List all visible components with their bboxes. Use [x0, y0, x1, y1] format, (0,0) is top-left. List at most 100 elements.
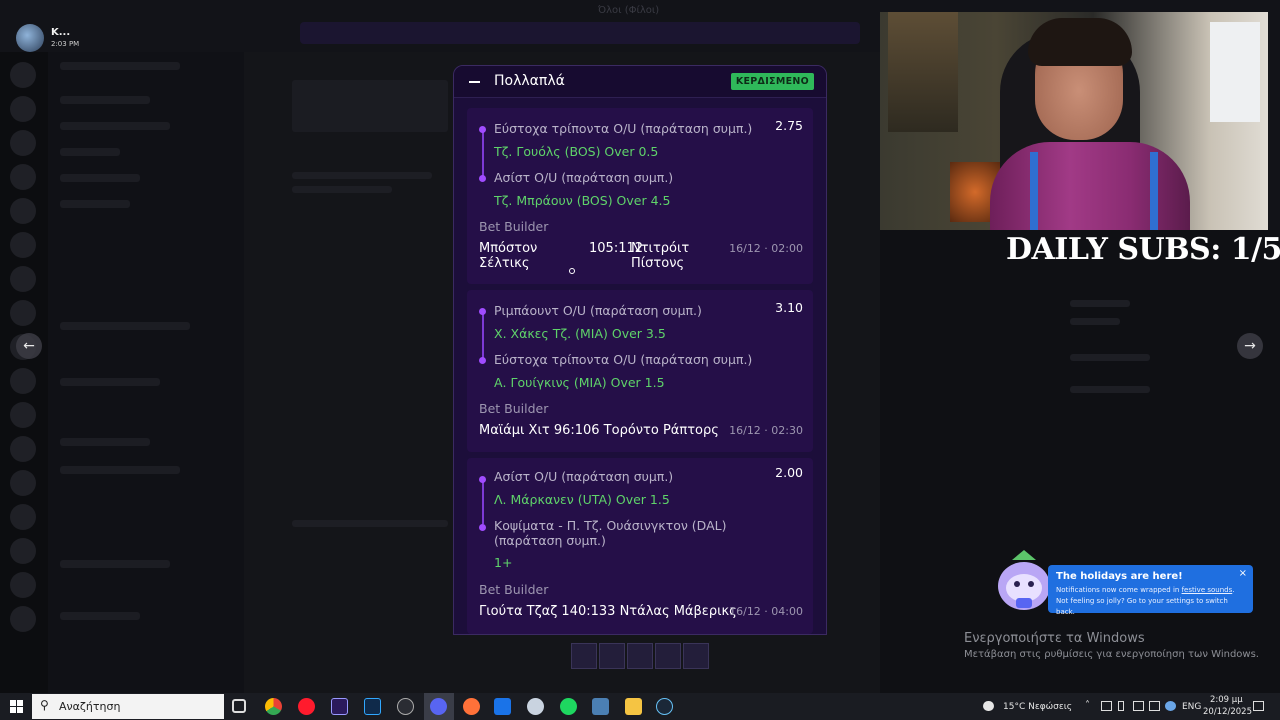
- taskbar-search-input[interactable]: ⚲ Αναζήτηση: [32, 694, 224, 719]
- notification-link[interactable]: festive sounds: [1182, 586, 1233, 594]
- clock-time[interactable]: 2:09 μμ: [1210, 695, 1243, 705]
- profile-placeholder: [1070, 386, 1150, 393]
- chat-placeholder: [292, 520, 448, 527]
- app-icon[interactable]: [592, 698, 609, 715]
- weather-icon[interactable]: [983, 701, 994, 711]
- arrow-left-icon[interactable]: ←: [16, 333, 42, 359]
- obs-icon[interactable]: [397, 698, 414, 715]
- onedrive-icon[interactable]: [1165, 701, 1176, 711]
- server-icon: [10, 198, 36, 224]
- channel-placeholder: [60, 322, 190, 330]
- bet-slip-title: Πολλαπλά: [494, 73, 565, 89]
- background-banner: [300, 22, 860, 44]
- opera-icon[interactable]: [298, 698, 315, 715]
- firefox-icon[interactable]: [463, 698, 480, 715]
- leg-selection: Τζ. Γουόλς (BOS) Over 0.5: [494, 144, 659, 159]
- windows-start-icon[interactable]: [10, 700, 23, 713]
- server-icon: [10, 62, 36, 88]
- notification-toast[interactable]: The holidays are here! Notifications now…: [1048, 565, 1253, 616]
- channel-placeholder: [60, 560, 170, 568]
- channel-placeholder: [60, 62, 180, 70]
- weather-text[interactable]: 15°C Νεφώσεις: [1003, 702, 1072, 712]
- bet-slip-card: Πολλαπλά ΚΕΡΔΙΣΜΕΝΟ Εύστοχα τρίποντα O/U…: [453, 65, 827, 635]
- bet-slip-header: Πολλαπλά ΚΕΡΔΙΣΜΕΝΟ: [454, 66, 826, 98]
- leg-market: Ασίστ O/U (παράταση συμπ.): [494, 469, 674, 484]
- bet-card: Εύστοχα τρίποντα O/U (παράταση συμπ.) Τζ…: [467, 108, 813, 284]
- photoshop-icon[interactable]: [364, 698, 381, 715]
- server-icon: [10, 96, 36, 122]
- chrome-icon[interactable]: [265, 698, 282, 715]
- language-indicator[interactable]: ENG: [1182, 702, 1201, 712]
- spotify-icon[interactable]: [560, 698, 577, 715]
- bet-card: Ριμπάουντ O/U (παράταση συμπ.) Χ. Χάκες …: [467, 290, 813, 452]
- microphone-icon[interactable]: [1118, 701, 1124, 711]
- story-thumbnail[interactable]: [627, 643, 653, 669]
- arrow-right-icon[interactable]: →: [1237, 333, 1263, 359]
- channel-placeholder: [60, 122, 170, 130]
- clock-date[interactable]: 20/12/2025: [1203, 707, 1252, 717]
- leg-connector: [482, 478, 484, 524]
- leg-selection: Χ. Χάκες Τζ. (MIA) Over 3.5: [494, 326, 666, 341]
- story-thumbnail[interactable]: [599, 643, 625, 669]
- minus-icon[interactable]: [469, 81, 480, 83]
- webcam-feed: [880, 12, 1268, 230]
- webcam-person-body: [990, 142, 1190, 230]
- story-thumbnails: [571, 643, 709, 669]
- channel-placeholder: [60, 200, 130, 208]
- story-thumbnail[interactable]: [571, 643, 597, 669]
- leg-selection: Λ. Μάρκανεν (UTA) Over 1.5: [494, 492, 670, 507]
- channel-placeholder: [60, 438, 150, 446]
- channel-placeholder: [60, 148, 120, 156]
- channel-placeholder: [60, 612, 140, 620]
- webcam-window: [1210, 22, 1260, 122]
- activation-title: Ενεργοποιήστε τα Windows: [964, 631, 1145, 646]
- activation-subtitle: Μετάβαση στις ρυθμίσεις για ενεργοποίηση…: [964, 649, 1259, 660]
- leg-bullet: [479, 357, 486, 364]
- server-icon: [10, 402, 36, 428]
- webcam-jacket-stripe: [1030, 152, 1038, 230]
- leg-bullet: [479, 476, 486, 483]
- network-icon[interactable]: [1133, 701, 1144, 711]
- mail-icon[interactable]: [494, 698, 511, 715]
- notification-center-icon[interactable]: [1253, 701, 1264, 711]
- story-thumbnail[interactable]: [683, 643, 709, 669]
- leg-selection: Α. Γουίγκινς (MIA) Over 1.5: [494, 375, 665, 390]
- tray-icon[interactable]: [1101, 701, 1112, 711]
- server-icon: [10, 300, 36, 326]
- notification-title: The holidays are here!: [1056, 571, 1183, 582]
- server-sidebar: [0, 52, 48, 693]
- daily-subs-counter: DAILY SUBS: 1/5: [1006, 232, 1280, 267]
- story-thumbnail[interactable]: [655, 643, 681, 669]
- server-icon: [10, 130, 36, 156]
- notification-close-icon[interactable]: ×: [1239, 568, 1247, 579]
- mouse-cursor-icon: [569, 268, 575, 274]
- app-icon[interactable]: [527, 698, 544, 715]
- match-result: Μαϊάμι Χιτ 96:106 Τορόντο Ράπτορς: [479, 423, 719, 438]
- leg-bullet: [479, 308, 486, 315]
- folder-icon[interactable]: [625, 698, 642, 715]
- bet-odds: 3.10: [775, 300, 803, 315]
- volume-icon[interactable]: [1149, 701, 1160, 711]
- steam-icon[interactable]: [656, 698, 673, 715]
- server-icon: [10, 164, 36, 190]
- webcam-shelf: [888, 12, 958, 132]
- server-icon: [10, 266, 36, 292]
- server-icon: [10, 572, 36, 598]
- leg-market: Ριμπάουντ O/U (παράταση συμπ.): [494, 303, 702, 318]
- task-view-icon[interactable]: [232, 699, 246, 713]
- story-author-name: K...: [51, 27, 71, 38]
- webcam-jacket-stripe: [1150, 152, 1158, 230]
- bet-card: Ασίστ O/U (παράταση συμπ.) Λ. Μάρκανεν (…: [467, 458, 813, 634]
- avatar[interactable]: [16, 24, 44, 52]
- channel-placeholder: [60, 96, 150, 104]
- server-icon: [10, 470, 36, 496]
- premiere-icon[interactable]: [331, 698, 348, 715]
- taskbar-search-placeholder: Αναζήτηση: [59, 700, 121, 713]
- chat-placeholder: [292, 172, 432, 179]
- chevron-up-icon[interactable]: ˄: [1085, 700, 1090, 711]
- notification-body: Notifications now come wrapped in festiv…: [1056, 585, 1248, 618]
- leg-market: Εύστοχα τρίποντα O/U (παράταση συμπ.): [494, 121, 753, 136]
- discord-icon[interactable]: [430, 698, 447, 715]
- channel-placeholder: [60, 466, 180, 474]
- bet-type: Bet Builder: [479, 219, 549, 234]
